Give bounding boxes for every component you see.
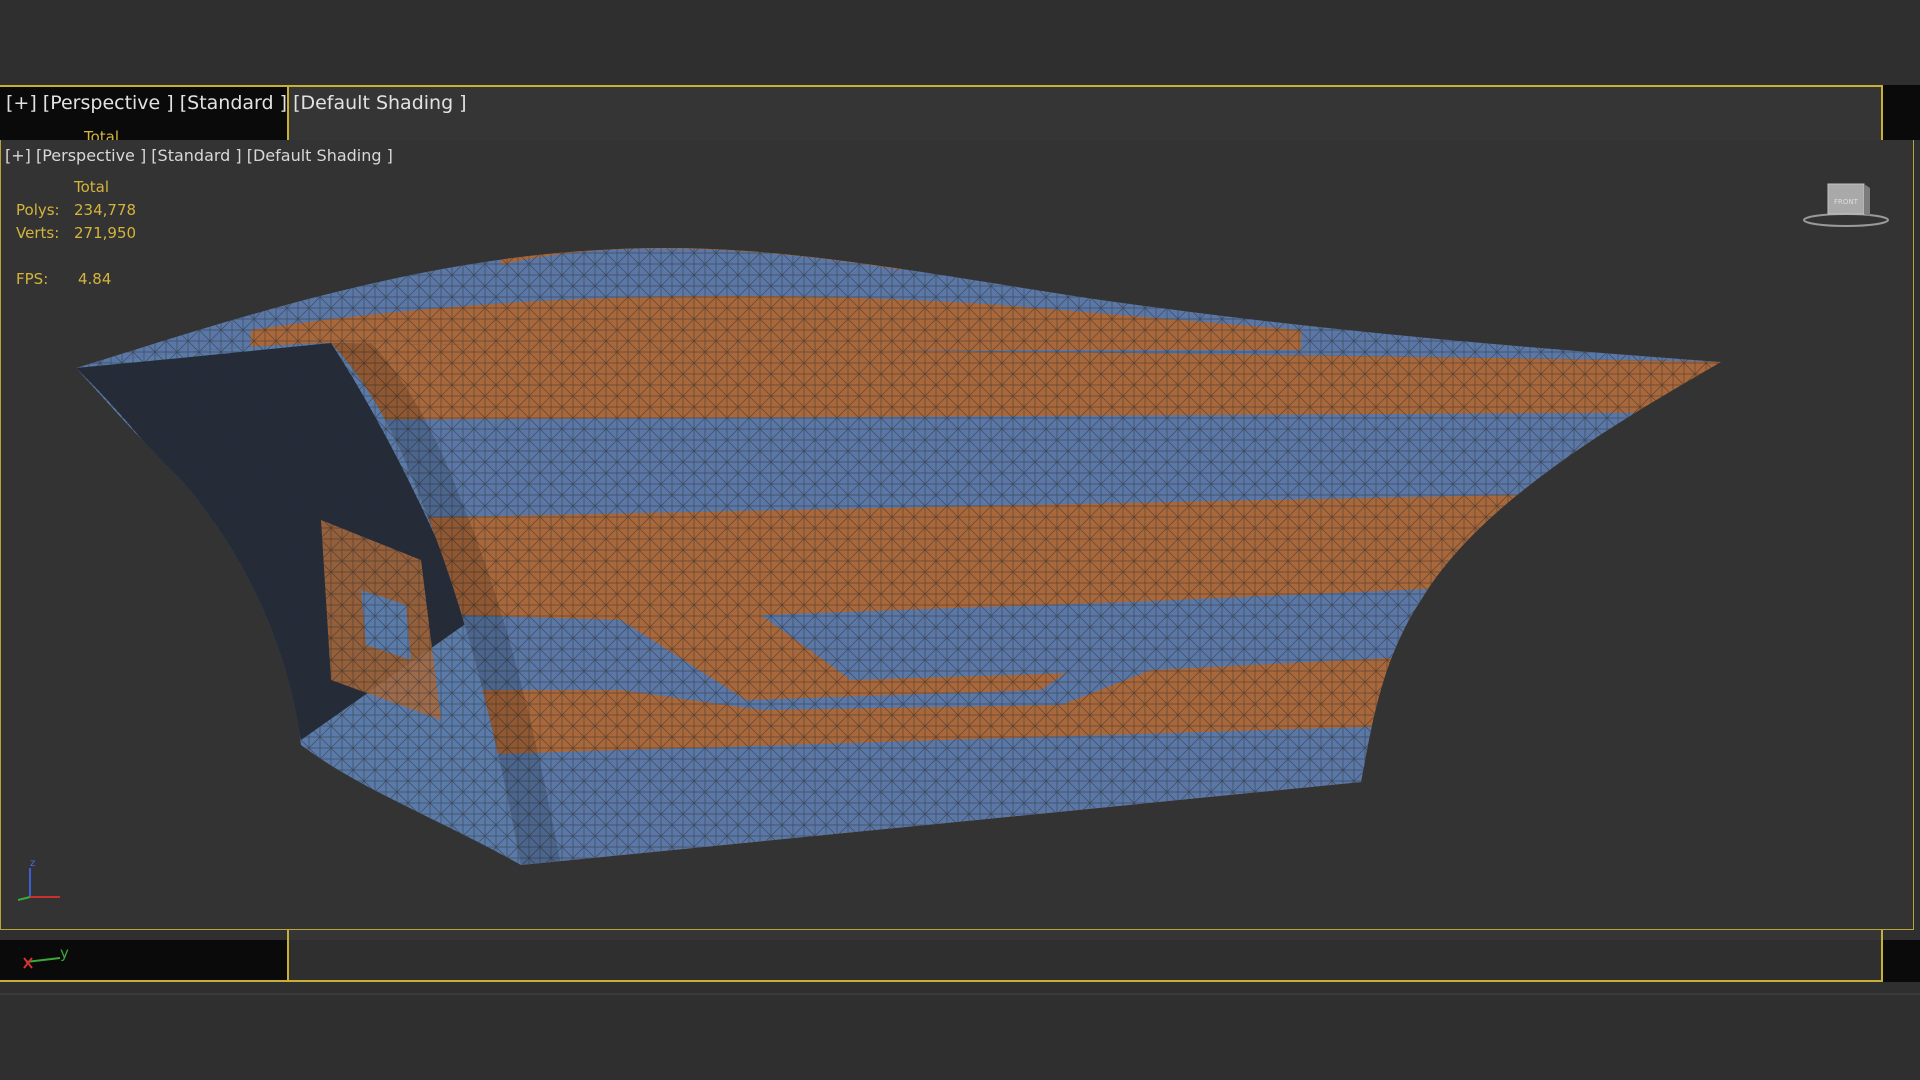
bottom-gizmo-panel: y xyxy=(0,940,287,982)
stats-verts-label: Verts: xyxy=(16,224,60,242)
axis-tripod: z xyxy=(14,858,64,902)
stats-fps-label: FPS: xyxy=(16,270,49,288)
stats-fps-value: 4.84 xyxy=(78,270,112,288)
viewcube[interactable]: FRONT xyxy=(1800,180,1892,230)
viewcube-icon[interactable]: FRONT xyxy=(1800,180,1892,230)
stats-verts-value: 271,950 xyxy=(74,224,137,242)
stats-polys-value: 234,778 xyxy=(74,201,137,219)
stats-polys-label: Polys: xyxy=(16,201,60,219)
divider xyxy=(0,993,1920,995)
bottom-side-panel xyxy=(1883,940,1920,982)
outer-viewport-label[interactable]: [+] [Perspective ] [Standard ] [Default … xyxy=(6,92,467,114)
svg-text:FRONT: FRONT xyxy=(1834,198,1859,206)
axis-tripod-icon xyxy=(17,868,60,901)
perspective-viewport[interactable] xyxy=(0,140,1914,930)
mesh-render xyxy=(76,248,1721,865)
outer-viewport-side-panel xyxy=(1883,85,1920,140)
axis-y-label: y xyxy=(60,944,69,962)
axis-z-label: z xyxy=(30,858,36,869)
bottom-viewport-frame[interactable] xyxy=(287,940,1883,982)
viewport-label[interactable]: [+] [Perspective ] [Standard ] [Default … xyxy=(5,146,393,165)
stats-total-header: Total xyxy=(74,178,110,196)
outer-stats-total-label: Total xyxy=(84,128,120,140)
